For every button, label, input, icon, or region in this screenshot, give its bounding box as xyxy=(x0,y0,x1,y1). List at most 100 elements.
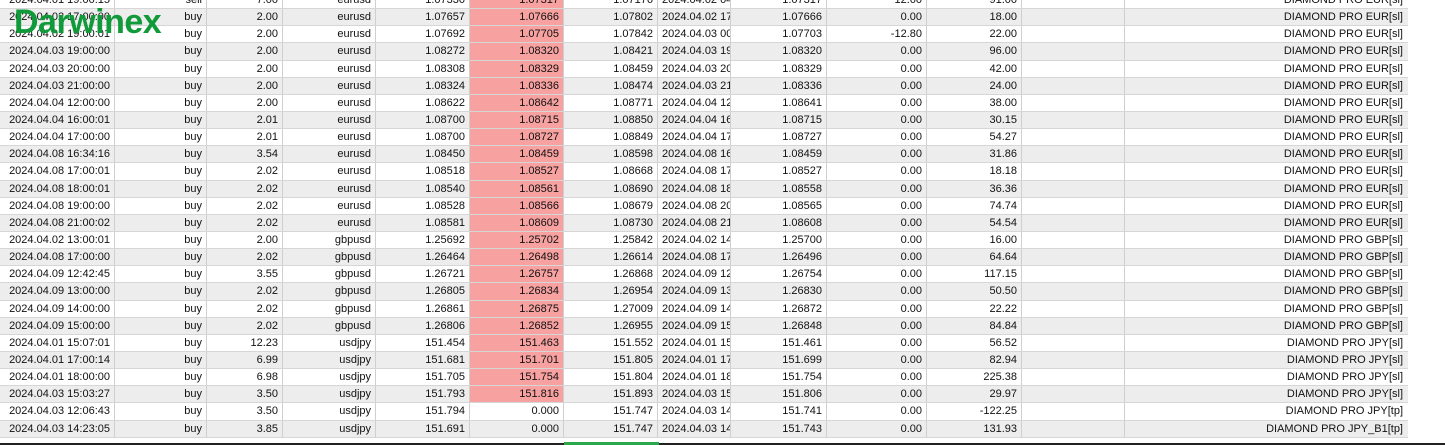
cell-open-time: 2024.04.09 12:42:45 xyxy=(0,266,115,283)
cell-close-time: 2024.04.09 14:12:48 xyxy=(658,300,731,317)
table-row[interactable]: 2024.04.08 18:00:01 buy 2.02 eurusd 1.08540 1… xyxy=(0,180,1408,198)
cell-profit: 29.97 xyxy=(927,386,1022,403)
cell-open-time: 2024.04.03 12:06:43 xyxy=(0,403,115,420)
cell-comment: DIAMOND PRO EUR[sl] xyxy=(1283,131,1403,144)
cell-symbol: usdjpy xyxy=(283,420,376,437)
cell-commission: 0.00 xyxy=(827,283,927,300)
table-row[interactable]: 2024.04.03 20:00:00 buy 2.00 eurusd 1.08308 1… xyxy=(0,60,1408,78)
cell-profit: -122.25 xyxy=(927,403,1022,420)
cell-take-profit: 1.27009 xyxy=(564,300,658,317)
table-row[interactable]: 2024.04.04 12:00:00 buy 2.00 eurusd 1.08622 1… xyxy=(0,94,1408,112)
cell-commission: 0.00 xyxy=(827,420,927,437)
cell-comment: DIAMOND PRO EUR[sl] xyxy=(1283,148,1403,161)
table-row[interactable]: 2024.04.03 14:23:05 buy 3.85 usdjpy 151.691 0… xyxy=(0,420,1408,438)
cell-close-price: 1.08336 xyxy=(731,77,827,94)
cell-type: buy xyxy=(115,163,207,180)
cell-stop-loss: 1.08459 xyxy=(470,146,564,163)
cell-profit: 91.00 xyxy=(927,0,1022,9)
cell-open-price: 1.25692 xyxy=(376,231,470,249)
cell-close-time: 2024.04.08 18:08:40 xyxy=(658,180,731,197)
cell-stop-loss: 1.08329 xyxy=(470,60,564,77)
cell-profit: 36.36 xyxy=(927,180,1022,197)
table-row[interactable]: 2024.04.02 19:00:01 buy 2.00 eurusd 1.07692 1… xyxy=(0,26,1408,44)
table-row[interactable]: 2024.04.01 15:07:01 buy 12.23 usdjpy 151.454… xyxy=(0,334,1408,352)
table-row[interactable]: 2024.04.01 19:00:15 sell 7.00 eurusd 1.07330… xyxy=(0,0,1408,10)
table-row[interactable]: 2024.04.03 15:03:27 buy 3.50 usdjpy 151.793 1… xyxy=(0,386,1408,404)
cell-profit: 18.00 xyxy=(927,9,1022,26)
cell-profit: 74.74 xyxy=(927,197,1022,214)
cell-open-price: 1.08540 xyxy=(376,180,470,197)
cell-close-price: 1.07666 xyxy=(731,9,827,26)
cell-stop-loss: 1.26834 xyxy=(470,283,564,300)
table-row[interactable]: 2024.04.08 17:00:00 buy 2.02 gbpusd 1.26464 1… xyxy=(0,249,1408,267)
cell-close-time: 2024.04.02 04:18:19 xyxy=(658,0,731,9)
table-row[interactable]: 2024.04.01 18:00:00 buy 6.98 usdjpy 151.705 1… xyxy=(0,369,1408,387)
trade-history-table: 2024.04.01 19:00:15 sell 7.00 eurusd 1.07330… xyxy=(0,0,1408,438)
table-row[interactable]: 2024.04.09 15:00:00 buy 2.02 gbpusd 1.26806 1… xyxy=(0,317,1408,335)
cell-profit: 54.27 xyxy=(927,129,1022,146)
cell-stop-loss: 1.08336 xyxy=(470,77,564,94)
cell-profit: 50.50 xyxy=(927,283,1022,300)
table-row[interactable]: 2024.04.03 12:06:43 buy 3.50 usdjpy 151.794 0… xyxy=(0,403,1408,421)
table-row[interactable]: 2024.04.09 13:00:00 buy 2.02 gbpusd 1.26805 1… xyxy=(0,283,1408,301)
cell-volume: 2.01 xyxy=(207,129,283,146)
cell-blank xyxy=(1022,43,1125,60)
cell-comment: DIAMOND PRO EUR[sl] xyxy=(1283,45,1403,58)
table-row[interactable]: 2024.04.01 17:00:14 buy 6.99 usdjpy 151.681 1… xyxy=(0,351,1408,370)
cell-type: buy xyxy=(115,386,207,403)
cell-type: buy xyxy=(115,266,207,283)
cell-take-profit: 151.747 xyxy=(564,420,658,437)
cell-open-price: 151.793 xyxy=(376,386,470,403)
cell-open-price: 1.07692 xyxy=(376,26,470,43)
cell-commission: 12.60 xyxy=(827,0,927,9)
cell-stop-loss: 151.701 xyxy=(470,351,564,369)
table-row[interactable]: 2024.04.02 13:00:01 buy 2.00 gbpusd 1.25692 1… xyxy=(0,231,1408,250)
cell-close-price: 1.25700 xyxy=(731,231,827,249)
cell-comment: DIAMOND PRO EUR[sl] xyxy=(1283,79,1403,92)
table-row[interactable]: 2024.04.09 14:00:00 buy 2.02 gbpusd 1.26861 1… xyxy=(0,300,1408,318)
table-row[interactable]: 2024.04.03 21:00:00 buy 2.00 eurusd 1.08324 1… xyxy=(0,77,1408,95)
cell-commission: 0.00 xyxy=(827,163,927,180)
cell-blank xyxy=(1022,180,1125,197)
table-row[interactable]: 2024.04.08 16:34:16 buy 3.54 eurusd 1.08450 1… xyxy=(0,146,1408,164)
table-row[interactable]: 2024.04.08 19:00:00 buy 2.02 eurusd 1.08528 1… xyxy=(0,197,1408,215)
cell-take-profit: 1.08850 xyxy=(564,111,658,129)
cell-close-price: 1.08527 xyxy=(731,163,827,180)
cell-comment: DIAMOND PRO JPY[tp] xyxy=(1285,405,1403,418)
cell-symbol: eurusd xyxy=(283,94,376,111)
cell-take-profit: 1.26614 xyxy=(564,249,658,266)
cell-blank xyxy=(1022,214,1125,231)
cell-commission: 0.00 xyxy=(827,9,927,26)
cell-close-time: 2024.04.04 12:48:54 xyxy=(658,94,731,111)
cell-profit: 56.52 xyxy=(927,334,1022,351)
cell-type: buy xyxy=(115,77,207,94)
cell-take-profit: 151.804 xyxy=(564,369,658,386)
cell-volume: 2.00 xyxy=(207,43,283,60)
cell-blank xyxy=(1022,26,1125,43)
cell-profit: 38.00 xyxy=(927,94,1022,111)
table-row[interactable]: 2024.04.08 17:00:01 buy 2.02 eurusd 1.08518 1… xyxy=(0,163,1408,181)
cell-close-price: 1.26872 xyxy=(731,300,827,317)
table-row[interactable]: 2024.04.08 21:00:02 buy 2.02 eurusd 1.08581 1… xyxy=(0,214,1408,232)
cell-volume: 2.00 xyxy=(207,231,283,249)
cell-symbol: eurusd xyxy=(283,77,376,94)
cell-open-price: 1.08308 xyxy=(376,60,470,77)
cell-comment: DIAMOND PRO GBP[sl] xyxy=(1283,319,1403,332)
table-row[interactable]: 2024.04.04 17:00:00 buy 2.01 eurusd 1.08700 1… xyxy=(0,129,1408,147)
cell-symbol: gbpusd xyxy=(283,231,376,249)
cell-type: buy xyxy=(115,180,207,197)
cell-close-price: 1.08715 xyxy=(731,111,827,129)
table-row[interactable]: 2024.04.04 16:00:01 buy 2.01 eurusd 1.08700 1… xyxy=(0,111,1408,130)
cell-take-profit: 1.08730 xyxy=(564,214,658,231)
cell-close-time: 2024.04.04 17:01:35 xyxy=(658,129,731,146)
cell-open-price: 1.26806 xyxy=(376,317,470,334)
cell-profit: 64.64 xyxy=(927,249,1022,266)
cell-close-time: 2024.04.09 13:06:18 xyxy=(658,283,731,300)
table-row[interactable]: 2024.04.09 12:42:45 buy 3.55 gbpusd 1.26721 1… xyxy=(0,266,1408,284)
table-row[interactable]: 2024.04.03 19:00:00 buy 2.00 eurusd 1.08272 1… xyxy=(0,43,1408,61)
cell-close-time: 2024.04.03 00:21:11 xyxy=(658,26,731,43)
cell-commission: -12.80 xyxy=(827,26,927,43)
cell-type: buy xyxy=(115,300,207,317)
cell-commission: 0.00 xyxy=(827,317,927,334)
table-row[interactable]: 2024.04.02 17:00:00 buy 2.00 eurusd 1.07657 1… xyxy=(0,9,1408,27)
